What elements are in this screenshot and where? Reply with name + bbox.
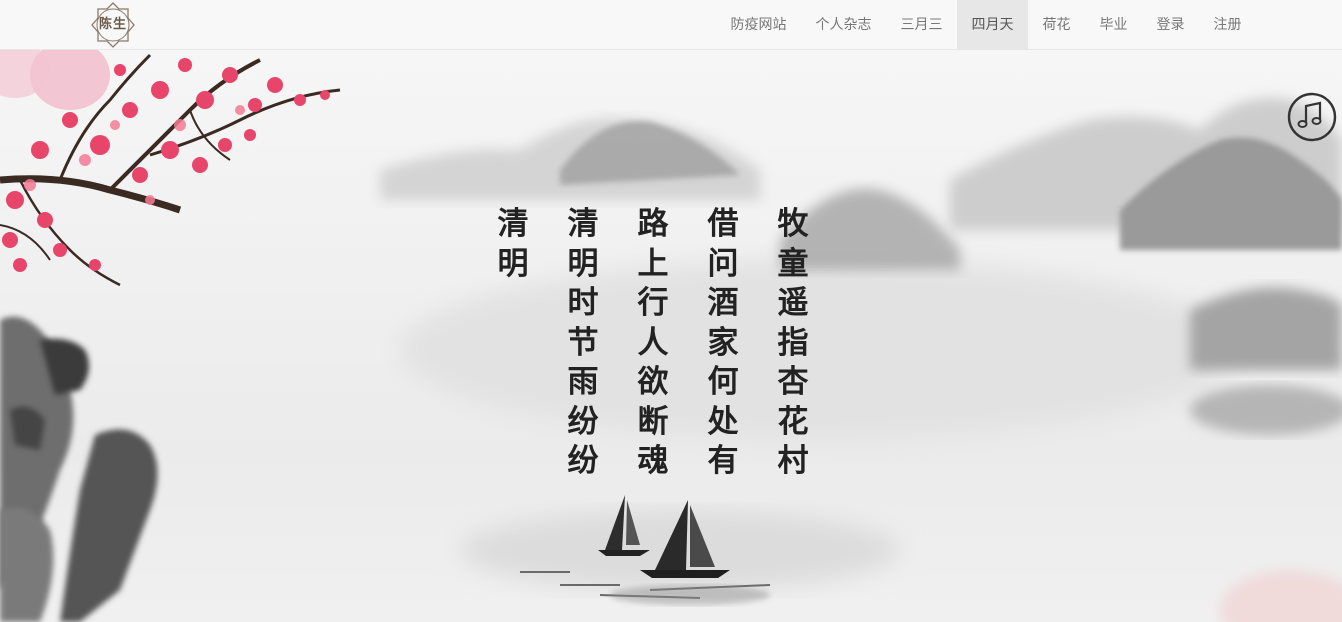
poem-column-4: 清明时节雨纷纷 (567, 206, 599, 479)
nav-item-hehua[interactable]: 荷花 (1028, 0, 1085, 50)
plum-blossom-branch (0, 50, 341, 287)
poem-column-3: 路上行人欲断魂 (637, 206, 669, 479)
poem-column-2: 借问酒家何处有 (707, 206, 739, 479)
nav-item-zazhi[interactable]: 个人杂志 (801, 0, 886, 50)
music-note-icon (1287, 92, 1337, 142)
poem-column-1: 牧童遥指杏花村 (777, 206, 809, 479)
top-navbar: 陈生 防疫网站 个人杂志 三月三 四月天 荷花 毕业 登录 注册 (0, 0, 1342, 50)
nav-item-fangyi[interactable]: 防疫网站 (716, 0, 801, 50)
brand-logo[interactable]: 陈生 (88, 1, 138, 49)
nav-item-biye[interactable]: 毕业 (1085, 0, 1142, 50)
nav-item-register[interactable]: 注册 (1199, 0, 1256, 50)
left-rocks (0, 316, 158, 622)
main-nav: 防疫网站 个人杂志 三月三 四月天 荷花 毕业 登录 注册 (716, 0, 1256, 50)
nav-item-login[interactable]: 登录 (1142, 0, 1199, 50)
nav-item-siyuetian[interactable]: 四月天 (957, 0, 1028, 50)
nav-item-sanyuesan[interactable]: 三月三 (886, 0, 957, 50)
ink-painting (0, 50, 1342, 622)
music-toggle-button[interactable] (1287, 92, 1337, 142)
poem-title-column: 清明 (497, 206, 529, 282)
brand-text: 陈生 (98, 17, 127, 32)
ink-landscape-background (0, 50, 1342, 622)
